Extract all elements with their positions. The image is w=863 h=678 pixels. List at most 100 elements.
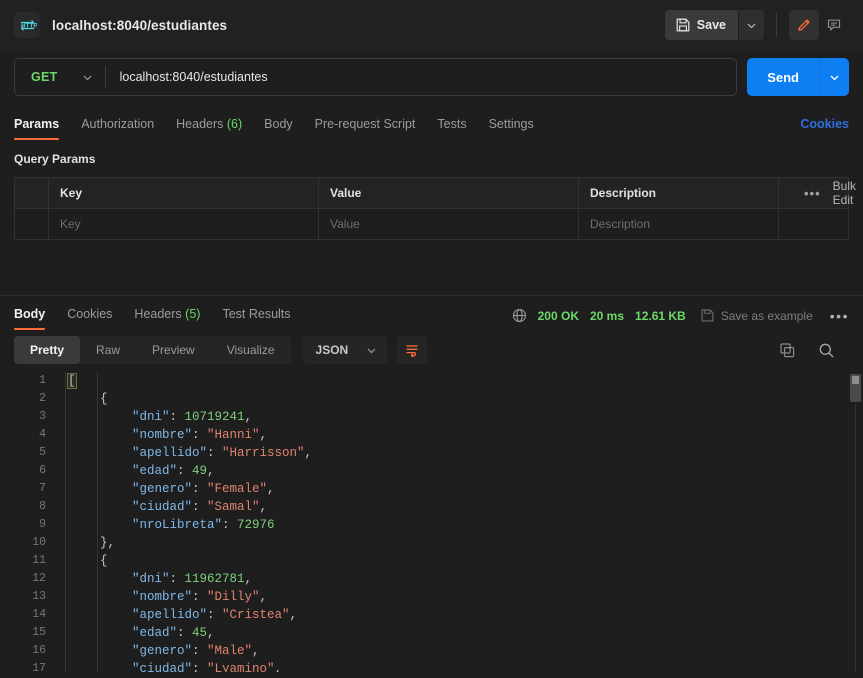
line-number: 11 xyxy=(32,554,46,567)
code-token: , xyxy=(207,626,215,640)
view-mode-visualize[interactable]: Visualize xyxy=(211,336,291,364)
svg-text:HTTP: HTTP xyxy=(21,22,37,29)
code-token: , xyxy=(207,464,215,478)
tab-label: Params xyxy=(14,117,60,131)
code-token: 49 xyxy=(192,464,208,478)
code-token: "Female" xyxy=(207,482,268,496)
param-description-input[interactable]: Description xyxy=(578,208,779,240)
chevron-down-icon xyxy=(746,20,757,31)
tab-label: Tests xyxy=(437,117,467,131)
comments-button[interactable] xyxy=(819,10,849,40)
fold-rail xyxy=(56,498,66,516)
tab-pre-request-script[interactable]: Pre-request Script xyxy=(315,117,416,140)
tab-settings[interactable]: Settings xyxy=(489,117,534,140)
response-body-code[interactable]: 1[2{3 "dni": 10719241, 4 "nombre": "Hanni",… xyxy=(0,372,863,672)
fold-rail xyxy=(56,372,66,390)
param-value-input[interactable]: Value xyxy=(318,208,579,240)
word-wrap-toggle[interactable] xyxy=(397,336,428,364)
tab-label: Headers xyxy=(176,117,224,131)
send-button-group: Send xyxy=(747,58,849,96)
page-title: localhost:8040/estudiantes xyxy=(52,17,228,33)
code-token: "Male" xyxy=(207,644,253,658)
tab-body[interactable]: Body xyxy=(264,117,293,140)
response-view-toolbar: Pretty Raw Preview Visualize JSON xyxy=(0,330,863,372)
code-token: : xyxy=(207,446,223,460)
code-token: "nombre" xyxy=(132,590,193,604)
tab-params[interactable]: Params xyxy=(14,117,60,140)
row-checkbox-cell[interactable] xyxy=(14,208,49,240)
ellipsis-icon[interactable]: ••• xyxy=(830,309,849,323)
line-number: 6 xyxy=(39,464,46,477)
table-row: Key Value Description xyxy=(14,208,849,240)
chevron-down-icon xyxy=(366,345,377,356)
code-token: { xyxy=(100,554,108,568)
tab-headers[interactable]: Headers (6) xyxy=(176,117,242,140)
response-format-select[interactable]: JSON xyxy=(302,336,388,364)
tab-authorization[interactable]: Authorization xyxy=(81,117,154,140)
save-as-example-label: Save as example xyxy=(720,308,813,323)
line-number: 10 xyxy=(32,536,46,549)
code-token: "apellido" xyxy=(132,446,208,460)
code-token: : xyxy=(169,572,185,586)
code-token: : xyxy=(222,518,238,532)
cookies-link[interactable]: Cookies xyxy=(800,117,849,140)
code-token: "apellido" xyxy=(132,608,208,622)
column-header-key: Key xyxy=(48,177,319,209)
code-token: "edad" xyxy=(132,626,178,640)
search-icon[interactable] xyxy=(818,342,835,359)
tab-response-cookies[interactable]: Cookies xyxy=(67,307,112,330)
code-line: 12 "dni": 11962781, xyxy=(0,570,863,588)
save-options-dropdown[interactable] xyxy=(738,10,764,40)
code-token: "Harrisson" xyxy=(222,446,305,460)
tab-response-body[interactable]: Body xyxy=(14,307,46,330)
tab-response-headers[interactable]: Headers (5) xyxy=(134,307,200,330)
code-token: 10719241 xyxy=(184,410,245,424)
code-line: 6 "edad": 49, xyxy=(0,462,863,480)
floppy-disk-icon xyxy=(701,309,714,322)
save-button[interactable]: Save xyxy=(664,10,738,40)
headers-count: (6) xyxy=(226,117,243,131)
code-line: 9 "nroLibreta": 72976 xyxy=(0,516,863,534)
word-wrap-icon xyxy=(404,342,420,358)
code-line: 3 "dni": 10719241, xyxy=(0,408,863,426)
bulk-edit-button[interactable]: Bulk Edit xyxy=(833,179,856,207)
code-token: [ xyxy=(67,373,77,389)
tab-test-results[interactable]: Test Results xyxy=(222,307,290,330)
code-token: , xyxy=(244,572,253,586)
view-mode-raw[interactable]: Raw xyxy=(80,336,136,364)
send-button[interactable]: Send xyxy=(747,58,819,96)
window-tab-bar: HTTP localhost:8040/estudiantes Save xyxy=(0,0,863,50)
param-key-input[interactable]: Key xyxy=(48,208,319,240)
fold-rail xyxy=(56,534,66,552)
tab-label: Settings xyxy=(488,117,534,131)
tab-label: Pre-request Script xyxy=(314,117,416,131)
request-url-row: GET Send xyxy=(0,50,863,106)
fold-rail xyxy=(56,552,66,570)
code-line: 4 "nombre": "Hanni", xyxy=(0,426,863,444)
window-actions: Save xyxy=(664,10,849,40)
save-as-example-button[interactable]: Save as example xyxy=(701,309,813,323)
code-token: : xyxy=(192,590,208,604)
tab-tests[interactable]: Tests xyxy=(437,117,466,140)
copy-icon[interactable] xyxy=(779,342,796,359)
code-token: "ciudad" xyxy=(132,662,193,672)
code-token: , xyxy=(259,590,268,604)
column-header-description: Description xyxy=(578,177,779,209)
vertical-scrollbar[interactable] xyxy=(850,374,861,402)
edit-request-button[interactable] xyxy=(789,10,819,40)
ellipsis-icon[interactable]: ••• xyxy=(804,187,821,200)
line-number: 3 xyxy=(39,410,46,423)
send-options-dropdown[interactable] xyxy=(819,58,849,96)
code-token: "dni" xyxy=(132,410,170,424)
url-input[interactable] xyxy=(105,59,737,95)
fold-rail xyxy=(56,660,66,672)
view-mode-pretty[interactable]: Pretty xyxy=(14,336,81,364)
view-mode-preview[interactable]: Preview xyxy=(136,336,211,364)
code-token: , xyxy=(259,428,268,442)
code-token: : xyxy=(192,500,208,514)
code-line: 16 "genero": "Male", xyxy=(0,642,863,660)
code-token: "dni" xyxy=(132,572,170,586)
code-text: { xyxy=(66,390,108,408)
http-method-select[interactable]: GET xyxy=(15,59,105,95)
comment-icon xyxy=(826,17,842,33)
